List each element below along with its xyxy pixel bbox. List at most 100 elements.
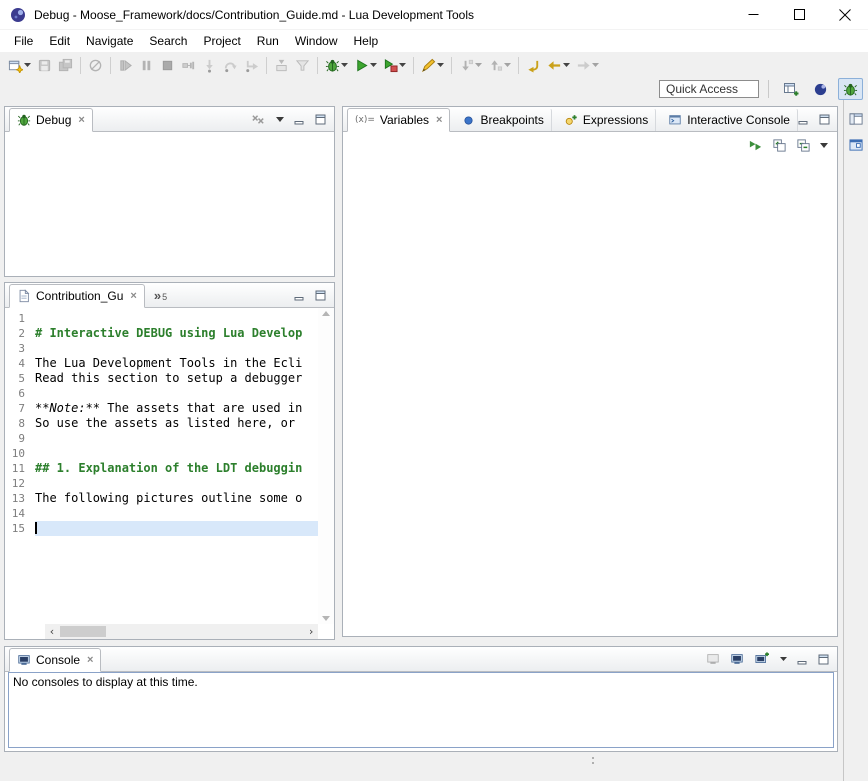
scroll-left-icon[interactable]: ‹ [45, 624, 59, 639]
minimize-icon[interactable] [294, 290, 305, 301]
maximize-button[interactable] [776, 0, 822, 29]
expand-all-icon[interactable] [772, 138, 787, 153]
dropdown-arrow-icon[interactable] [399, 63, 406, 67]
save-button[interactable] [35, 54, 54, 76]
editor-line[interactable]: 9 [5, 431, 318, 446]
dropdown-arrow-icon[interactable] [563, 63, 570, 67]
maximize-icon[interactable] [315, 114, 326, 125]
minimize-button[interactable] [730, 0, 776, 29]
editor-line[interactable]: 1 [5, 311, 318, 326]
editor-line[interactable]: 10 [5, 446, 318, 461]
step-over-button[interactable] [221, 54, 240, 76]
back-button[interactable] [545, 54, 572, 76]
tab-variables[interactable]: (x)= Variables × [347, 108, 450, 132]
dropdown-arrow-icon[interactable] [475, 63, 482, 67]
scroll-right-icon[interactable]: › [304, 624, 318, 639]
editor-line[interactable]: 6 [5, 386, 318, 401]
display-selected-console-icon[interactable] [730, 652, 744, 666]
sash-grip[interactable] [592, 757, 594, 764]
tab-expressions[interactable]: Expressions [556, 108, 656, 131]
step-into-button[interactable] [200, 54, 219, 76]
show-logical-structures-icon[interactable] [748, 138, 763, 153]
view-menu-icon[interactable] [276, 117, 284, 122]
editor-line[interactable]: 14 [5, 506, 318, 521]
restore-view-icon[interactable] [849, 112, 864, 126]
menu-file[interactable]: File [6, 31, 41, 51]
editor-line[interactable]: 11## 1. Explanation of the LDT debuggin [5, 461, 318, 476]
menu-search[interactable]: Search [141, 31, 195, 51]
editor-vertical-scrollbar[interactable] [318, 308, 334, 624]
tab-console[interactable]: Console × [9, 648, 101, 672]
suspend-button[interactable] [137, 54, 156, 76]
new-wizard-button[interactable] [6, 54, 33, 76]
editor-line[interactable]: 4The Lua Development Tools in the Ecli [5, 356, 318, 371]
editor-tab-overflow[interactable]: » 5 [154, 289, 167, 302]
menu-run[interactable]: Run [249, 31, 287, 51]
dropdown-arrow-icon[interactable] [24, 63, 31, 67]
step-return-button[interactable] [242, 54, 261, 76]
menu-project[interactable]: Project [195, 31, 248, 51]
tab-contribution-guide[interactable]: Contribution_Gu × [9, 284, 145, 308]
open-perspective-button[interactable] [778, 78, 803, 100]
dropdown-arrow-icon[interactable] [592, 63, 599, 67]
remove-all-terminated-icon[interactable] [251, 112, 266, 127]
run-button[interactable] [352, 54, 379, 76]
close-icon[interactable]: × [78, 115, 84, 126]
tab-debug[interactable]: Debug × [9, 108, 93, 132]
minimize-icon[interactable] [294, 114, 305, 125]
editor-body[interactable]: 12# Interactive DEBUG using Lua Develop3… [5, 308, 334, 639]
open-console-dropdown-icon[interactable] [780, 657, 787, 661]
drop-to-frame-button[interactable] [272, 54, 291, 76]
quick-access-input[interactable]: Quick Access [659, 80, 759, 98]
editor-line[interactable]: 15 [5, 521, 318, 536]
debug-perspective-button[interactable] [838, 78, 863, 100]
view-menu-icon[interactable] [820, 143, 828, 148]
editor-line[interactable]: 8So use the assets as listed here, or [5, 416, 318, 431]
editor-line[interactable]: 5Read this section to setup a debugger [5, 371, 318, 386]
close-button[interactable] [822, 0, 868, 29]
maximize-icon[interactable] [315, 290, 326, 301]
scroll-up-icon[interactable] [322, 311, 330, 316]
minimize-icon[interactable] [798, 114, 809, 125]
use-step-filters-button[interactable] [293, 54, 312, 76]
menu-help[interactable]: Help [346, 31, 387, 51]
maximize-icon[interactable] [818, 654, 829, 665]
open-console-icon[interactable] [754, 652, 770, 666]
editor-horizontal-scrollbar[interactable]: ‹ › [45, 624, 318, 639]
save-all-button[interactable] [56, 54, 75, 76]
terminate-button[interactable] [158, 54, 177, 76]
dropdown-arrow-icon[interactable] [504, 63, 511, 67]
disconnect-button[interactable] [179, 54, 198, 76]
resume-button[interactable] [116, 54, 135, 76]
open-view-icon[interactable] [849, 138, 864, 152]
menu-window[interactable]: Window [287, 31, 346, 51]
menu-edit[interactable]: Edit [41, 31, 78, 51]
close-icon[interactable]: × [130, 291, 136, 302]
tab-interactive-console[interactable]: Interactive Console [660, 108, 798, 131]
tab-breakpoints[interactable]: Breakpoints [454, 108, 551, 131]
editor-line[interactable]: 7**Note:** The assets that are used in [5, 401, 318, 416]
collapse-all-icon[interactable] [796, 138, 811, 153]
editor-line[interactable]: 3 [5, 341, 318, 356]
remove-launch-icon[interactable] [706, 652, 720, 666]
minimize-icon[interactable] [797, 654, 808, 665]
editor-line[interactable]: 2# Interactive DEBUG using Lua Develop [5, 326, 318, 341]
scrollbar-thumb[interactable] [60, 626, 106, 637]
maximize-icon[interactable] [819, 114, 830, 125]
next-annotation-button[interactable] [457, 54, 484, 76]
forward-button[interactable] [574, 54, 601, 76]
dropdown-arrow-icon[interactable] [341, 63, 348, 67]
close-icon[interactable]: × [436, 115, 442, 126]
menu-navigate[interactable]: Navigate [78, 31, 141, 51]
skip-all-breakpoints-button[interactable] [86, 54, 105, 76]
editor-line[interactable]: 13The following pictures outline some o [5, 491, 318, 506]
previous-annotation-button[interactable] [486, 54, 513, 76]
dropdown-arrow-icon[interactable] [370, 63, 377, 67]
debug-button[interactable] [323, 54, 350, 76]
external-tools-button[interactable] [381, 54, 408, 76]
editor-line[interactable]: 12 [5, 476, 318, 491]
dropdown-arrow-icon[interactable] [437, 63, 444, 67]
marker-pen-button[interactable] [419, 54, 446, 76]
close-icon[interactable]: × [87, 655, 93, 666]
lua-perspective-button[interactable] [808, 78, 833, 100]
